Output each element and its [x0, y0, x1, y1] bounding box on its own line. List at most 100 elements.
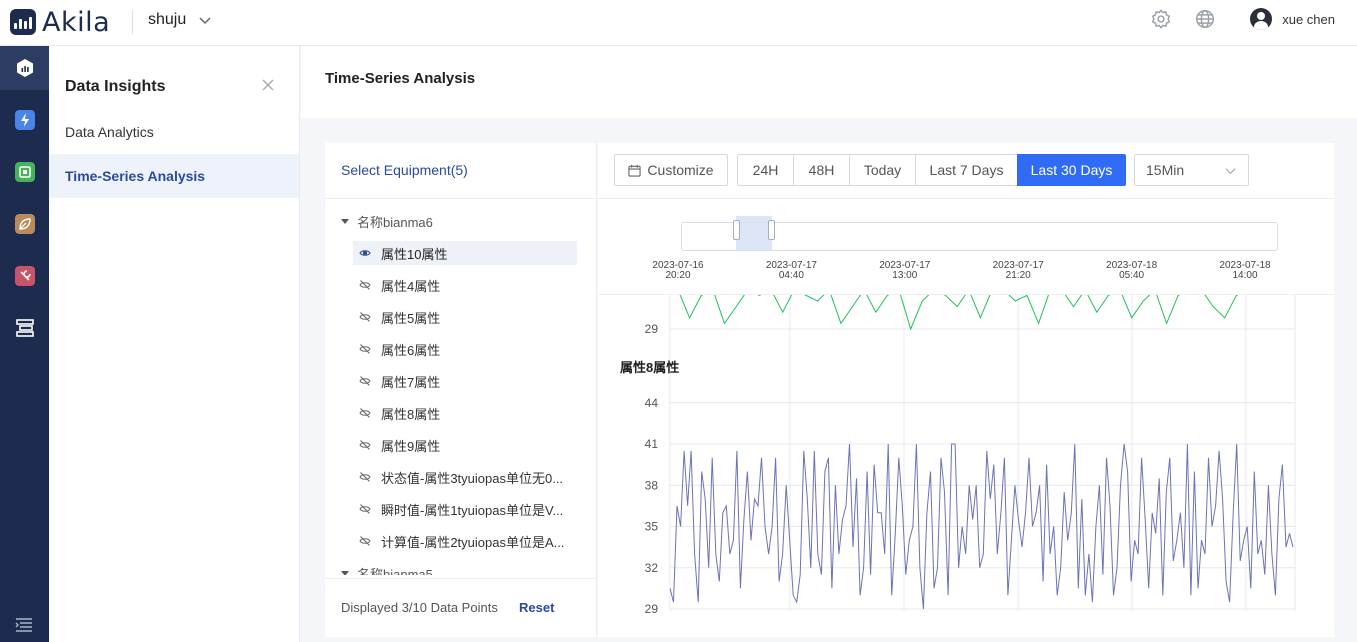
top-actions: xue chen: [1150, 8, 1335, 30]
user-menu[interactable]: xue chen: [1250, 8, 1335, 30]
tree-leaf-label: 属性8属性: [381, 406, 441, 422]
caret-down-icon: [341, 571, 349, 575]
rail-item-monitor[interactable]: [0, 202, 49, 246]
tick-time: 13:00: [892, 270, 918, 281]
divider: [325, 198, 597, 199]
layout-icon: [15, 319, 34, 337]
tick-time: 21:20: [1005, 270, 1031, 281]
time-series-chart: 29 29 32 35 38 41 44 属性8属性: [598, 295, 1334, 637]
tree-leaf[interactable]: 属性9属性: [353, 433, 577, 457]
tree-leaf[interactable]: 属性10属性: [353, 241, 577, 265]
tree-leaf[interactable]: 状态值-属性3tyuiopas单位无0...: [353, 465, 577, 489]
app-rail: [0, 46, 49, 642]
series-line: [679, 295, 1239, 331]
sidenav: Data Insights Data Analytics Time-Series…: [49, 46, 300, 642]
tick-time: 04:40: [778, 270, 804, 281]
range-24h[interactable]: 24H: [737, 154, 794, 186]
tree-group[interactable]: 名称bianma5: [341, 564, 433, 575]
timeline-tick-label: 2023-07-18 14:00: [1205, 261, 1285, 281]
slider-handle-left[interactable]: [732, 220, 740, 240]
time-range-slider[interactable]: [681, 216, 1278, 251]
tick-time: 05:40: [1119, 270, 1145, 281]
timeline-tick-label: 2023-07-17 13:00: [865, 261, 945, 281]
gear-icon[interactable]: [1150, 8, 1172, 30]
avatar: [1250, 8, 1273, 30]
eye-off-icon: [359, 504, 371, 514]
eye-off-icon: [359, 440, 371, 450]
rail-item-tools[interactable]: [0, 254, 49, 298]
chevron-down-icon: [1225, 168, 1236, 175]
tree-leaf[interactable]: 属性7属性: [353, 369, 577, 393]
sidenav-item-time-series[interactable]: Time-Series Analysis: [49, 154, 299, 198]
range-toolbar: Customize 24H 48H Today Last 7 Days Last…: [598, 143, 1334, 199]
tree-leaf-label: 属性10属性: [381, 246, 448, 262]
rail-item-devices[interactable]: [0, 150, 49, 194]
close-icon[interactable]: [261, 78, 275, 92]
tree-leaf[interactable]: 瞬时值-属性1tyuiopas单位是V...: [353, 497, 577, 521]
timeline-tick-label: 2023-07-16 20:20: [638, 261, 718, 281]
y-tick-label: 38: [645, 478, 659, 492]
tree-leaf[interactable]: 属性8属性: [353, 401, 577, 425]
chart-icon: [16, 59, 33, 77]
logo[interactable]: Akila: [10, 7, 110, 38]
timeline-tick-label: 2023-07-17 21:20: [978, 261, 1058, 281]
reset-link[interactable]: Reset: [519, 600, 554, 615]
wrench-icon: [14, 266, 35, 286]
interval-select[interactable]: 15Min: [1134, 154, 1249, 186]
timeline-tick-label: 2023-07-18 05:40: [1092, 261, 1172, 281]
select-equipment-link[interactable]: Select Equipment(5): [341, 162, 468, 178]
top-bar: Akila shuju xue chen: [0, 0, 1357, 46]
tree-leaf[interactable]: 属性4属性: [353, 273, 577, 297]
slider-window[interactable]: [732, 216, 775, 251]
menu-collapse-icon[interactable]: [15, 618, 33, 632]
calendar-icon: [628, 164, 642, 177]
eye-off-icon: [359, 280, 371, 290]
workspace-selector[interactable]: shuju: [148, 11, 212, 29]
range-last-7-days[interactable]: Last 7 Days: [915, 154, 1018, 186]
divider: [325, 578, 597, 579]
tree-leaf-label: 属性5属性: [381, 310, 441, 326]
rail-item-insights[interactable]: [0, 46, 49, 90]
chart-title: 属性8属性: [620, 360, 680, 375]
interval-value: 15Min: [1146, 162, 1185, 178]
rail-item-layout[interactable]: [0, 306, 49, 350]
divider: [132, 10, 133, 34]
tree-leaf-label: 状态值-属性3tyuiopas单位无0...: [381, 470, 564, 486]
tree-leaf[interactable]: 计算值-属性2tyuiopas单位是A...: [353, 529, 577, 553]
range-48h[interactable]: 48H: [793, 154, 850, 186]
eye-off-icon: [359, 312, 371, 322]
timeline-ticks: 2023-07-16 20:20 2023-07-17 04:40 2023-07-17…: [598, 261, 1334, 285]
y-tick-label: 32: [645, 561, 659, 575]
tree-leaf[interactable]: 属性6属性: [353, 337, 577, 361]
sidenav-title: Data Insights: [65, 78, 166, 95]
range-today[interactable]: Today: [849, 154, 916, 186]
chart-svg: 29 29 32 35 38 41 44: [645, 295, 1296, 616]
y-tick-label: 44: [645, 396, 659, 410]
page-header: Time-Series Analysis: [301, 46, 1357, 118]
customize-button[interactable]: Customize: [614, 154, 728, 186]
rail-item-energy[interactable]: [0, 98, 49, 142]
globe-icon[interactable]: [1194, 8, 1216, 30]
lightning-icon: [14, 110, 35, 130]
tree-leaf-label: 属性7属性: [381, 374, 441, 390]
eye-off-icon: [359, 408, 371, 418]
y-tick-label: 29: [645, 602, 659, 616]
sidenav-item-data-analytics[interactable]: Data Analytics: [49, 110, 299, 154]
tree-leaf-label: 属性6属性: [381, 342, 441, 358]
chip-icon: [14, 162, 35, 182]
tree-leaf-label: 属性4属性: [381, 278, 441, 294]
page-title: Time-Series Analysis: [325, 70, 476, 87]
equipment-tree: 名称bianma6 属性10属性 属性4属性属性5属性属性6属性属性7属性属性8属…: [325, 203, 597, 575]
tree-leaf-label: 瞬时值-属性1tyuiopas单位是V...: [381, 502, 564, 518]
slider-handle-right[interactable]: [767, 220, 775, 240]
eye-off-icon: [359, 536, 371, 546]
eye-icon: [359, 250, 371, 256]
logo-mark-icon: [10, 9, 36, 35]
y-tick-label: 29: [645, 322, 659, 336]
tick-time: 20:20: [665, 270, 691, 281]
tree-group[interactable]: 名称bianma6: [341, 212, 433, 231]
range-last-30-days[interactable]: Last 30 Days: [1017, 154, 1126, 186]
chevron-down-icon: [199, 17, 211, 25]
tree-leaf[interactable]: 属性5属性: [353, 305, 577, 329]
tick-time: 14:00: [1232, 270, 1258, 281]
